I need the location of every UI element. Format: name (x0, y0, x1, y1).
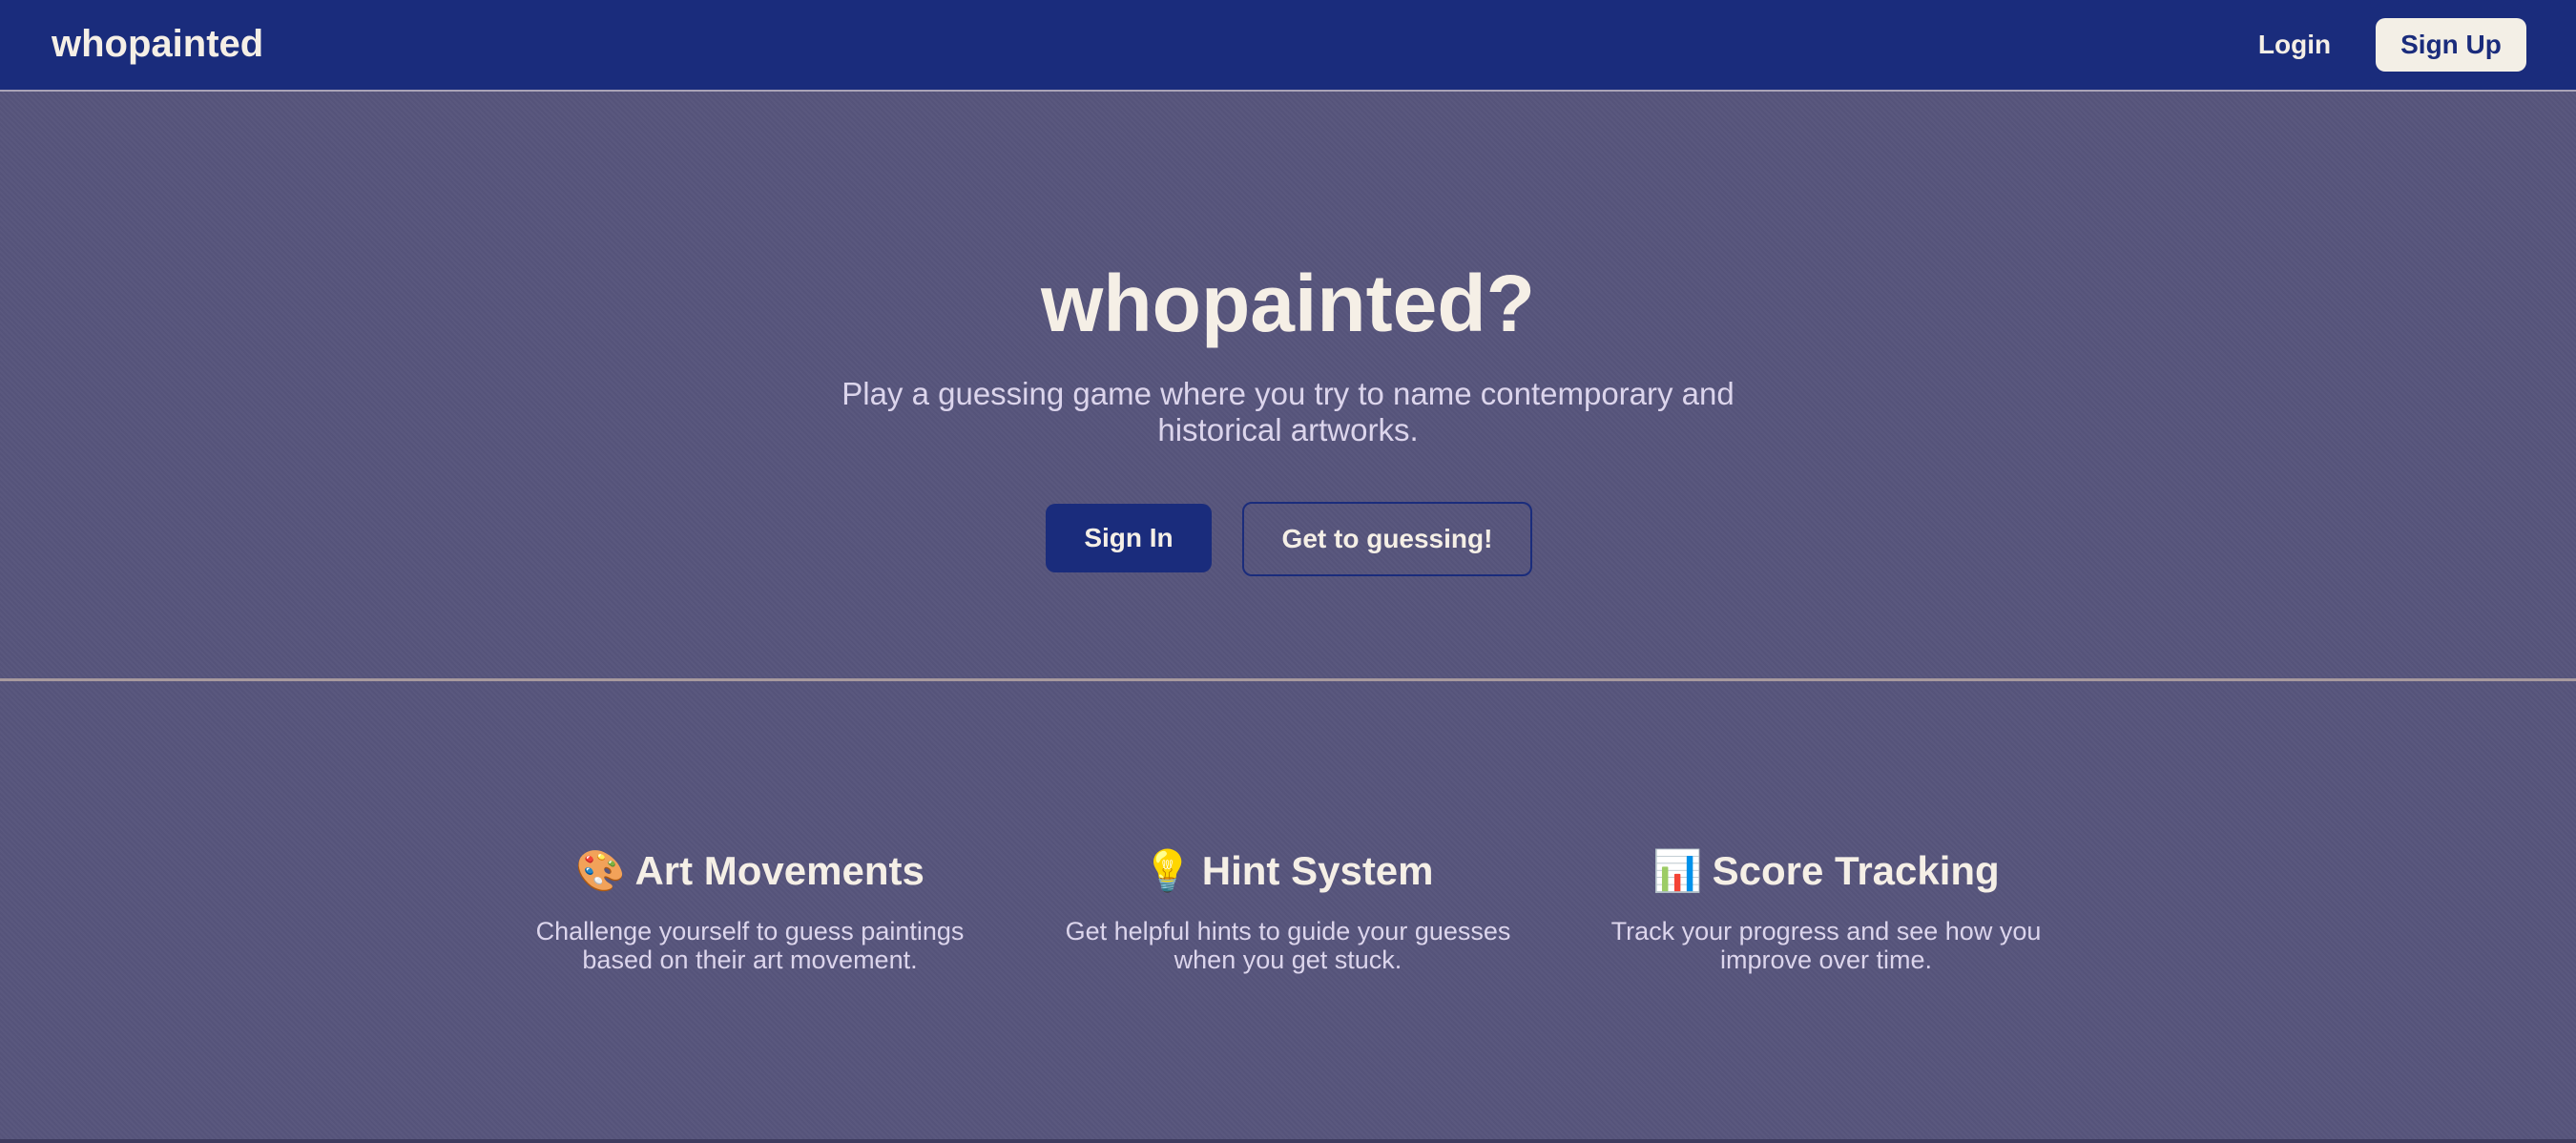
feature-score-tracking: 📊 Score Tracking Track your progress and … (1588, 844, 2065, 974)
footer-edge (0, 1139, 2576, 1143)
feature-description: Track your progress and see how you impr… (1610, 917, 2042, 974)
feature-title: 💡 Hint System (1049, 844, 1527, 898)
section-divider (0, 678, 2576, 681)
palette-icon: 🎨 (575, 848, 626, 893)
lightbulb-icon: 💡 (1142, 848, 1193, 893)
feature-title-text: Hint System (1201, 848, 1434, 893)
bar-chart-icon: 📊 (1652, 848, 1703, 893)
feature-title-text: Score Tracking (1712, 848, 2000, 893)
get-guessing-button[interactable]: Get to guessing! (1242, 502, 1532, 576)
feature-title: 🎨 Art Movements (511, 844, 988, 898)
feature-title-text: Art Movements (634, 848, 924, 893)
feature-description: Challenge yourself to guess paintings ba… (535, 917, 965, 974)
top-navbar: whopainted Login Sign Up (0, 0, 2576, 92)
hero-title: whopainted? (1041, 259, 1535, 348)
sign-in-button[interactable]: Sign In (1046, 504, 1212, 572)
brand-logo[interactable]: whopainted (52, 19, 263, 69)
feature-description: Get helpful hints to guide your guesses … (1065, 917, 1511, 974)
login-link[interactable]: Login (2242, 21, 2347, 69)
feature-title: 📊 Score Tracking (1588, 844, 2065, 898)
signup-button[interactable]: Sign Up (2376, 18, 2526, 72)
feature-art-movements: 🎨 Art Movements Challenge yourself to gue… (511, 844, 988, 974)
feature-hint-system: 💡 Hint System Get helpful hints to guide … (1049, 844, 1527, 974)
hero-subtitle: Play a guessing game where you try to na… (841, 376, 1735, 447)
